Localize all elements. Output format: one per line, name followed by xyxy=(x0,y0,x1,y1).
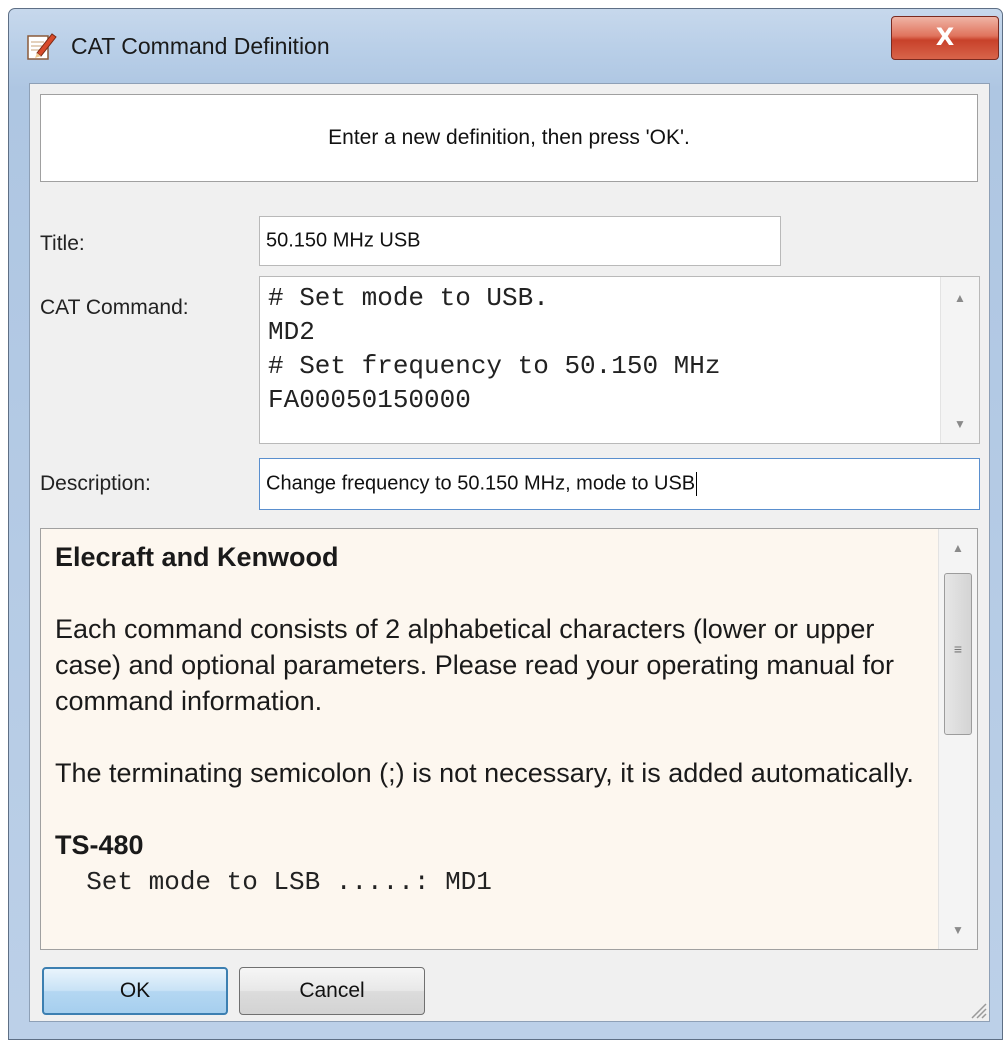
cat-command-text: # Set mode to USB. MD2 # Set frequency to … xyxy=(268,281,720,417)
help-paragraph: Each command consists of 2 alphabetical … xyxy=(55,614,894,716)
scrollbar-thumb[interactable]: ≡ xyxy=(944,573,972,735)
help-paragraph: The terminating semicolon (;) is not nec… xyxy=(55,758,914,788)
cat-line: MD2 xyxy=(268,317,315,347)
description-label: Description: xyxy=(40,472,151,495)
window-title: CAT Command Definition xyxy=(71,33,330,59)
text-caret xyxy=(696,472,698,496)
ok-button-label: OK xyxy=(119,979,151,1002)
help-heading: Elecraft and Kenwood xyxy=(55,542,339,572)
description-input-value: Change frequency to 50.150 MHz, mode to … xyxy=(266,472,698,496)
cat-command-label: CAT Command: xyxy=(40,296,189,319)
title-label: Title: xyxy=(40,232,85,255)
instruction-banner: Enter a new definition, then press 'OK'. xyxy=(40,94,978,182)
notepad-pencil-icon xyxy=(27,33,57,60)
cancel-button-label: Cancel xyxy=(299,979,365,1002)
resize-grip-icon[interactable] xyxy=(967,999,987,1019)
help-example: Set mode to LSB .....: MD1 xyxy=(55,867,492,897)
help-panel: Elecraft and Kenwood Each command consis… xyxy=(40,528,978,950)
cat-command-textarea[interactable]: # Set mode to USB. MD2 # Set frequency to … xyxy=(259,276,980,444)
title-bar[interactable]: CAT Command Definition X xyxy=(9,9,1002,81)
cat-command-scrollbar[interactable]: ▲ ▼ xyxy=(940,277,979,443)
description-input[interactable]: Change frequency to 50.150 MHz, mode to … xyxy=(259,458,980,510)
help-subheading: TS-480 xyxy=(55,830,144,860)
description-text: Change frequency to 50.150 MHz, mode to … xyxy=(266,472,696,495)
instruction-text: Enter a new definition, then press 'OK'. xyxy=(328,126,690,149)
dialog-window: CAT Command Definition X Enter a new def… xyxy=(8,8,1003,1040)
scroll-down-arrow-icon[interactable]: ▼ xyxy=(941,417,979,431)
close-button[interactable]: X xyxy=(891,16,999,60)
help-scrollbar[interactable]: ▲ ≡ ▼ xyxy=(938,529,977,949)
help-content: Elecraft and Kenwood Each command consis… xyxy=(55,539,925,901)
cat-line: # Set frequency to 50.150 MHz xyxy=(268,351,721,381)
title-input[interactable]: 50.150 MHz USB xyxy=(259,216,781,266)
title-input-value: 50.150 MHz USB xyxy=(266,229,421,252)
close-icon: X xyxy=(935,23,955,51)
scroll-up-arrow-icon[interactable]: ▲ xyxy=(941,291,979,305)
cat-line: # Set mode to USB. xyxy=(268,283,549,313)
ok-button[interactable]: OK xyxy=(42,967,228,1015)
cat-line: FA00050150000 xyxy=(268,385,471,415)
scroll-down-arrow-icon[interactable]: ▼ xyxy=(939,923,977,937)
scroll-up-arrow-icon[interactable]: ▲ xyxy=(939,541,977,555)
dialog-client-area: Enter a new definition, then press 'OK'.… xyxy=(29,83,990,1022)
cancel-button[interactable]: Cancel xyxy=(239,967,425,1015)
